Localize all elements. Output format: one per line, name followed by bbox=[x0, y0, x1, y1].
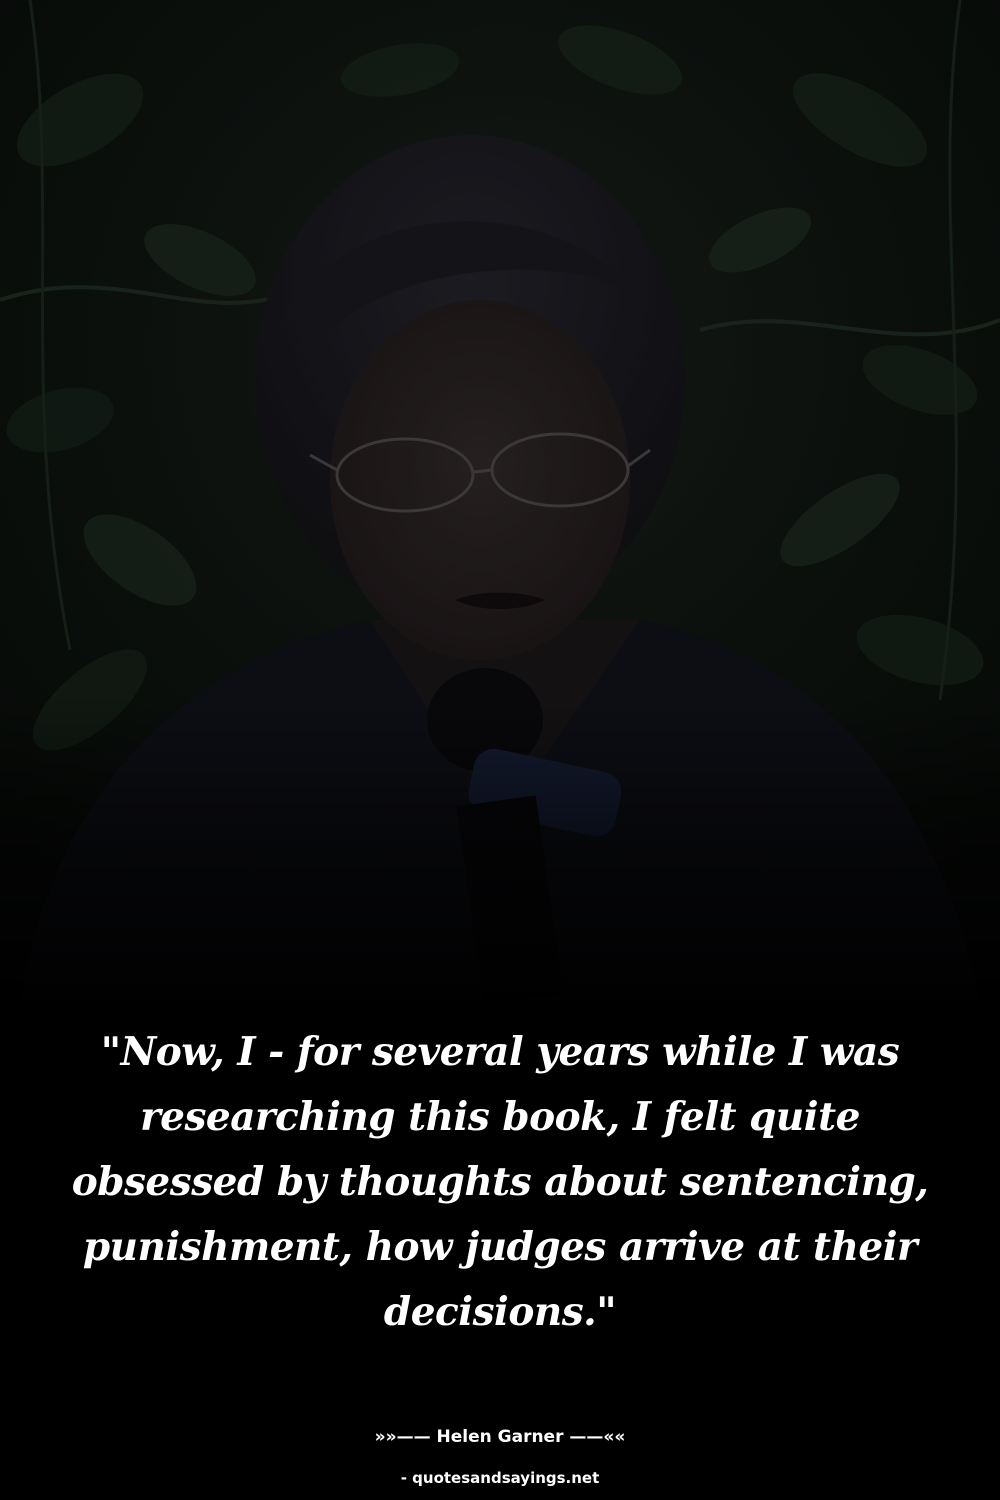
photo-darken-overlay bbox=[0, 0, 1000, 1000]
quote-card: "Now, I - for several years while I was … bbox=[0, 0, 1000, 1500]
author-line: »»—— Helen Garner ——«« bbox=[374, 1427, 626, 1447]
source-link[interactable]: - quotesandsayings.net bbox=[0, 1467, 1000, 1489]
quote-text: "Now, I - for several years while I was … bbox=[71, 1029, 929, 1335]
portrait-illustration bbox=[0, 0, 1000, 1000]
background-photo bbox=[0, 0, 1000, 1000]
